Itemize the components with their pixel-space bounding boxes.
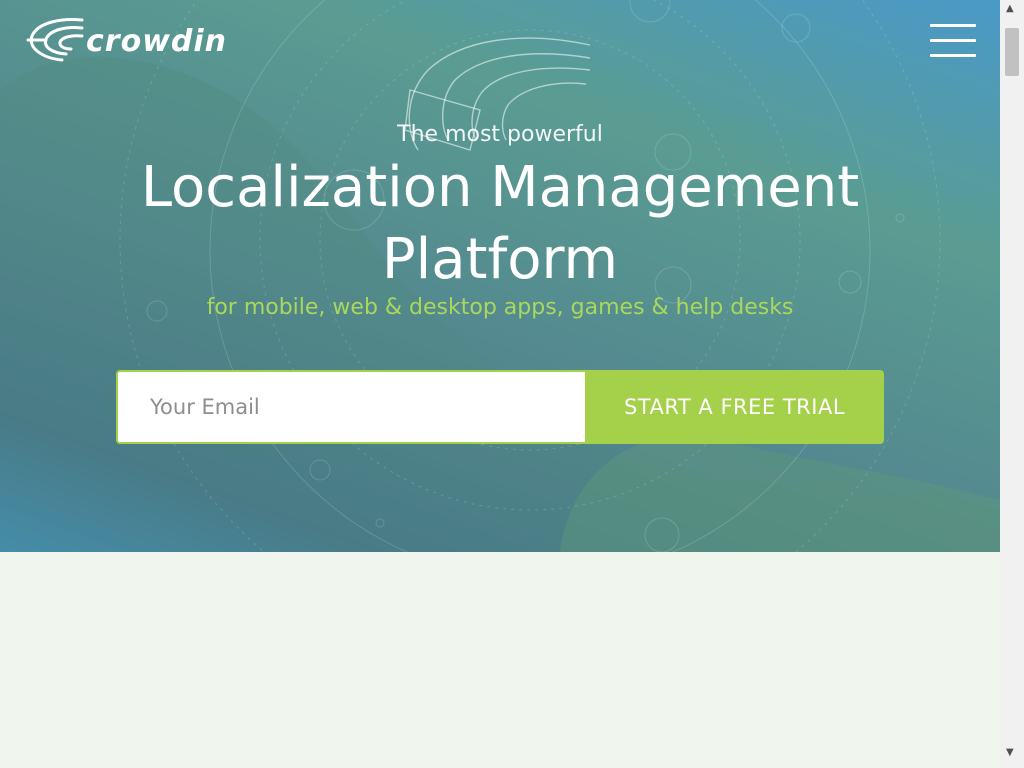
start-free-trial-button[interactable]: START A FREE TRIAL <box>585 370 884 444</box>
hero-headline: Localization Management Platform <box>0 152 1000 296</box>
hero-tagline: for mobile, web & desktop apps, games & … <box>206 295 794 320</box>
hero-subtitle: The most powerful <box>397 122 603 147</box>
hamburger-menu-icon <box>930 24 976 27</box>
page-scrollbar[interactable]: ▲ ▼ <box>1000 0 1024 768</box>
hero-headline-line1: Localization Management <box>140 155 860 220</box>
hero-section: crowdin The most powerful Localization M… <box>0 0 1000 552</box>
signup-form: START A FREE TRIAL <box>116 370 884 444</box>
crowdin-logo[interactable]: crowdin <box>24 14 304 66</box>
hamburger-menu-button[interactable] <box>930 24 976 58</box>
scrollbar-thumb[interactable] <box>1005 28 1019 76</box>
triangle-up-icon[interactable]: ▲ <box>1006 4 1014 14</box>
svg-text:crowdin: crowdin <box>86 24 227 59</box>
triangle-down-icon[interactable]: ▼ <box>1006 748 1014 758</box>
hero-headline-line2: Platform <box>381 227 619 292</box>
email-input[interactable] <box>116 370 586 444</box>
